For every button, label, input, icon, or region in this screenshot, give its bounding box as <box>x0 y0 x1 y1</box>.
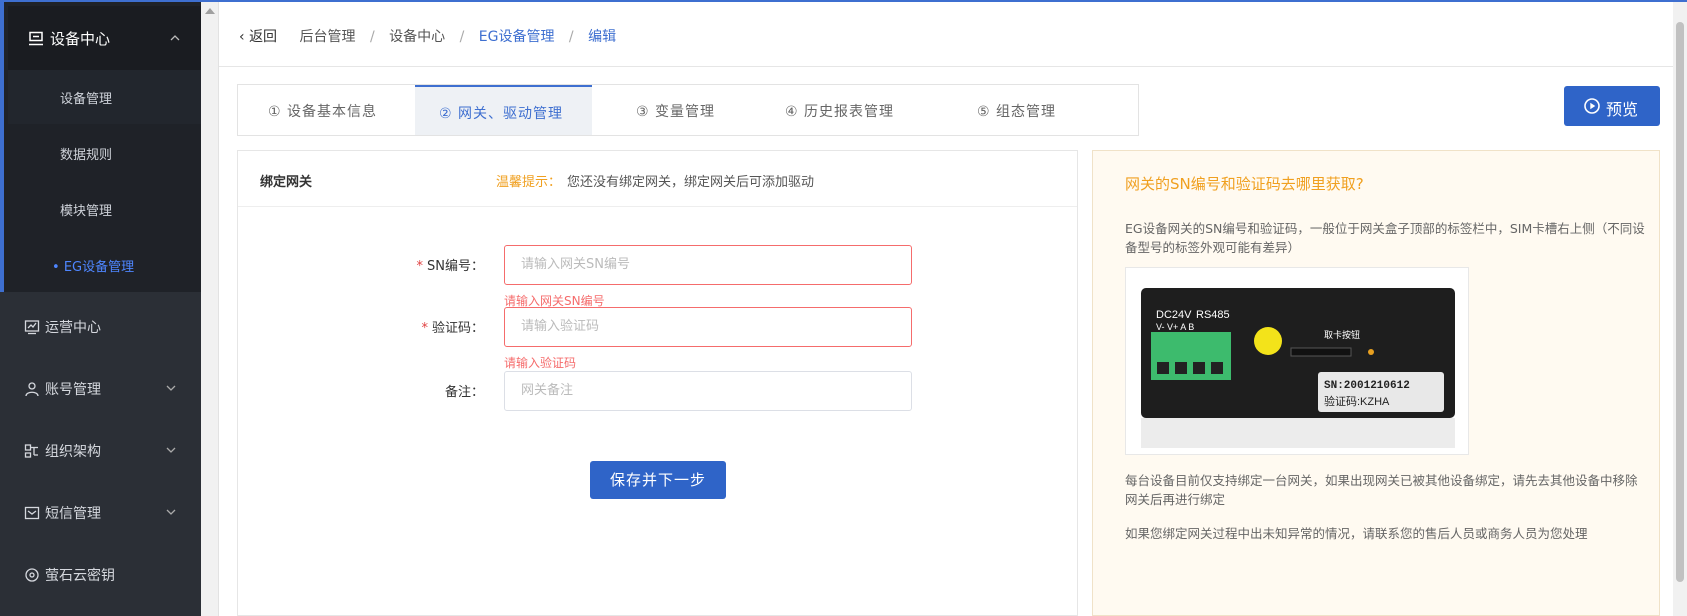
breadcrumb-separator: / <box>369 29 375 45</box>
device-card-label: 取卡按钮 <box>1324 329 1360 340</box>
breadcrumb-separator: / <box>568 29 574 45</box>
help-paragraph-3: 如果您绑定网关过程中出未知异常的情况，请联系您的售后人员或商务人员为您处理 <box>1125 526 1588 541</box>
gateway-device-photo: DC24V RS485 V- V+ A B 取卡按钮 SN:2001210612… <box>1125 267 1469 455</box>
sidebar-item-label: 短信管理 <box>45 506 101 522</box>
main-content: ‹ 返回 后台管理 / 设备中心 / EG设备管理 / 编辑 ① 设备基本信息 … <box>219 2 1673 616</box>
help-title: 网关的SN编号和验证码去哪里获取? <box>1125 175 1364 193</box>
verification-code-input[interactable]: 请输入验证码 <box>504 307 912 347</box>
message-icon <box>24 506 40 520</box>
page-scrollbar-thumb[interactable] <box>1676 22 1684 582</box>
gateway-device-illustration: DC24V RS485 V- V+ A B 取卡按钮 SN:2001210612… <box>1141 288 1455 448</box>
device-code-text: 验证码:KZHA <box>1324 394 1390 408</box>
step-tabs: ① 设备基本信息 ② 网关、驱动管理 ③ 变量管理 ④ 历史报表管理 ⑤ 组态管… <box>237 84 1139 136</box>
save-next-button[interactable]: 保存并下一步 <box>590 461 726 499</box>
play-circle-icon <box>1584 98 1600 114</box>
sn-label-text: SN编号： <box>427 259 484 274</box>
panel-header: 绑定网关 温馨提示： 您还没有绑定网关，绑定网关后可添加驱动 <box>238 151 1077 207</box>
sidebar-item-organization[interactable]: 组织架构 <box>0 420 201 482</box>
chevron-down-icon <box>166 509 176 515</box>
sidebar-scrollbar[interactable] <box>201 2 219 616</box>
tab-basic-info[interactable]: ① 设备基本信息 <box>238 85 415 135</box>
tab-gateway-driver[interactable]: ② 网关、驱动管理 <box>415 85 592 135</box>
device-icon <box>29 31 43 46</box>
header-divider <box>219 66 1673 67</box>
preview-button-label: 预览 <box>1606 100 1639 119</box>
help-paragraph-2: 每台设备目前仅支持绑定一台网关，如果出现网关已被其他设备绑定，请先去其他设备中移… <box>1125 473 1638 507</box>
preview-button[interactable]: 预览 <box>1564 86 1660 126</box>
panel-title: 绑定网关 <box>260 175 313 190</box>
sidebar-group-device-center: 设备中心 设备管理 数据规则 模块管理 • EG设备管理 <box>0 2 205 292</box>
device-dc-label: DC24V <box>1156 309 1192 321</box>
sidebar-item-label: 萤石云密钥 <box>45 568 115 584</box>
sidebar-item-label: 运营中心 <box>45 320 101 336</box>
scroll-up-arrow-icon[interactable] <box>205 8 215 14</box>
sn-input[interactable]: 请输入网关SN编号 <box>504 245 912 285</box>
code-label: * 验证码： <box>384 317 484 336</box>
required-mark: * <box>421 321 428 336</box>
device-sn-text: SN:2001210612 <box>1324 380 1410 392</box>
tip-label: 温馨提示： <box>496 175 562 190</box>
chevron-up-icon <box>170 35 180 41</box>
tab-label: ② 网关、驱动管理 <box>439 106 564 122</box>
bind-gateway-panel: 绑定网关 温馨提示： 您还没有绑定网关，绑定网关后可添加驱动 * SN编号： 请输… <box>237 150 1078 616</box>
chart-icon <box>24 320 40 335</box>
org-icon <box>24 444 38 458</box>
sidebar-item-label: 组织架构 <box>45 444 101 460</box>
code-label-text: 验证码： <box>431 321 484 336</box>
breadcrumb-separator: / <box>459 29 465 45</box>
breadcrumb-item-admin[interactable]: 后台管理 <box>300 29 356 45</box>
tab-label: ① 设备基本信息 <box>268 104 378 120</box>
user-icon <box>25 382 39 397</box>
sidebar-item-operations[interactable]: 运营中心 <box>0 296 201 358</box>
page-scrollbar[interactable] <box>1673 2 1687 616</box>
tab-label: ⑤ 组态管理 <box>977 104 1057 120</box>
tip-text: 您还没有绑定网关，绑定网关后可添加驱动 <box>567 175 815 190</box>
tab-configuration[interactable]: ⑤ 组态管理 <box>959 85 1138 135</box>
key-icon <box>25 568 39 582</box>
help-paragraph-1: EG设备网关的SN编号和验证码，一般位于网关盒子顶部的标签栏中，SIM卡槽右上侧… <box>1125 221 1645 255</box>
sidebar-item-sms[interactable]: 短信管理 <box>0 482 201 544</box>
sidebar-item-device-center[interactable]: 设备中心 <box>8 6 205 70</box>
tab-history-report[interactable]: ④ 历史报表管理 <box>769 85 959 135</box>
help-panel: 网关的SN编号和验证码去哪里获取? EG设备网关的SN编号和验证码，一般位于网关… <box>1092 150 1660 616</box>
sidebar-subitem-text: EG设备管理 <box>63 260 135 275</box>
sidebar: 设备中心 设备管理 数据规则 模块管理 • EG设备管理 运营中心 账号管理 组… <box>0 2 205 616</box>
chevron-left-icon: ‹ <box>239 29 250 45</box>
sidebar-item-ezviz-key[interactable]: 萤石云密钥 <box>0 544 201 606</box>
device-terminal-label: V- V+ A B <box>1156 322 1194 332</box>
device-rs-label: RS485 <box>1196 309 1230 321</box>
back-link[interactable]: ‹ 返回 <box>239 29 277 45</box>
code-error: 请输入验证码 <box>504 356 577 370</box>
sidebar-item-accounts[interactable]: 账号管理 <box>0 358 201 420</box>
breadcrumb-item-edit: 编辑 <box>588 29 617 45</box>
breadcrumb: ‹ 返回 后台管理 / 设备中心 / EG设备管理 / 编辑 <box>239 26 616 46</box>
sidebar-item-label: 设备中心 <box>50 30 111 48</box>
sidebar-item-label: 账号管理 <box>45 382 101 398</box>
sidebar-subitem-device-management[interactable]: 设备管理 <box>8 70 205 124</box>
tab-variables[interactable]: ③ 变量管理 <box>592 85 769 135</box>
breadcrumb-item-eg-device[interactable]: EG设备管理 <box>479 29 555 45</box>
chevron-down-icon <box>166 385 176 391</box>
sidebar-subitem-eg-device-management[interactable]: • EG设备管理 <box>8 238 205 292</box>
tab-label: ③ 变量管理 <box>636 104 716 120</box>
sidebar-subitem-label: 模块管理 <box>60 204 113 219</box>
breadcrumb-item-device-center[interactable]: 设备中心 <box>389 29 445 45</box>
sidebar-subitem-data-rules[interactable]: 数据规则 <box>8 126 205 180</box>
sn-label: * SN编号： <box>384 255 484 274</box>
required-mark: * <box>416 259 424 274</box>
sidebar-subitem-module-management[interactable]: 模块管理 <box>8 182 205 236</box>
chevron-down-icon <box>166 447 176 453</box>
tab-label: ④ 历史报表管理 <box>785 104 895 120</box>
sidebar-subitem-label: 数据规则 <box>60 148 113 163</box>
sidebar-subitem-label: • EG设备管理 <box>52 260 135 275</box>
remark-input[interactable]: 网关备注 <box>504 371 912 411</box>
sidebar-subitem-label: 设备管理 <box>60 92 113 107</box>
remark-label: 备注： <box>444 385 484 400</box>
back-label: 返回 <box>249 29 278 45</box>
